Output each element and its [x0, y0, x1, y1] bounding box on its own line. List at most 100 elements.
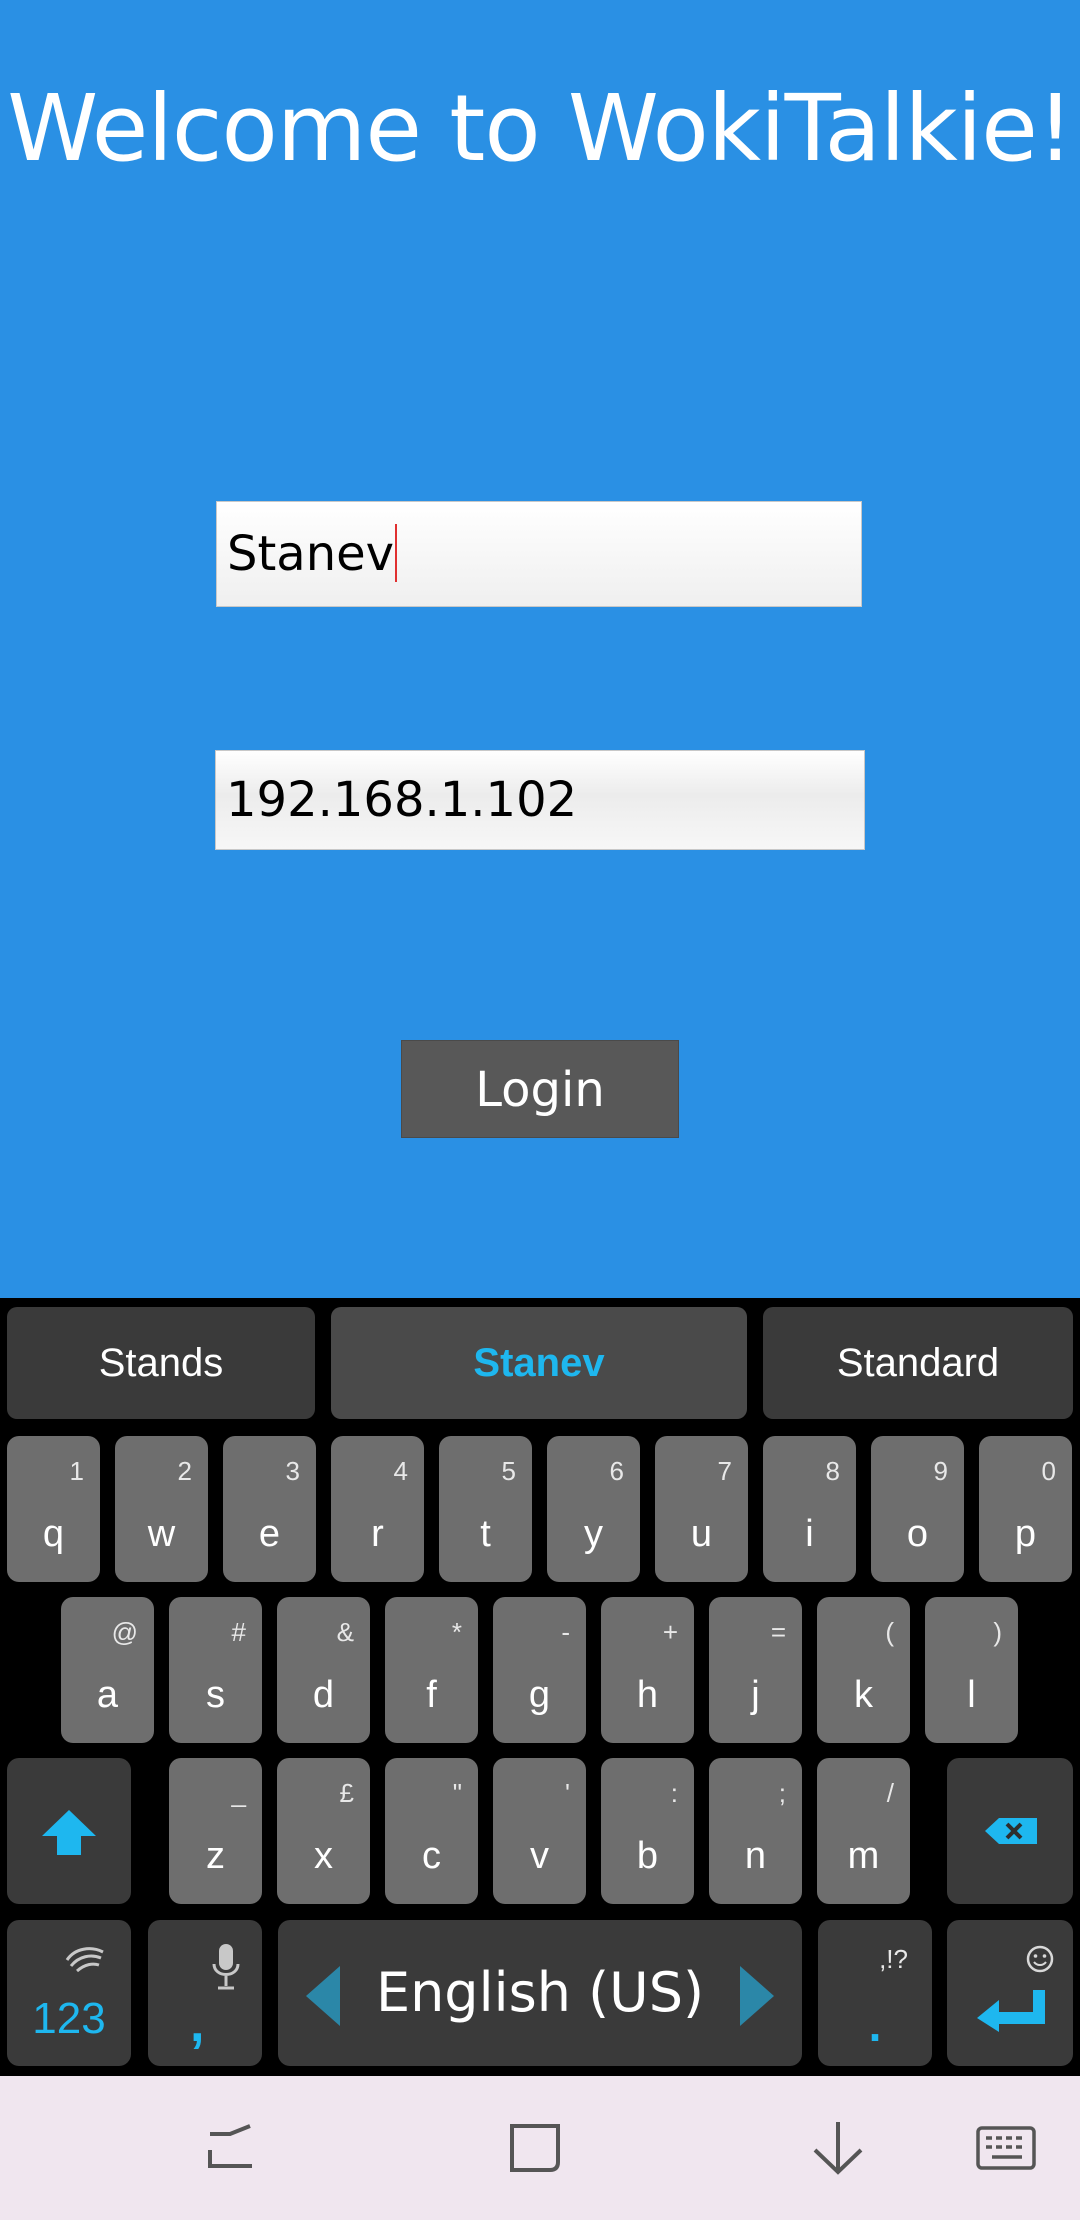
- enter-icon: [977, 1990, 1045, 2032]
- emoji-icon: [1026, 1945, 1054, 1973]
- key-secondary-char: 3: [285, 1456, 300, 1486]
- key-secondary-char: 1: [69, 1456, 84, 1486]
- key-i[interactable]: 8i: [763, 1436, 856, 1582]
- username-value: Stanev: [227, 526, 395, 582]
- key-secondary-char: 8: [825, 1456, 840, 1486]
- back-icon[interactable]: [803, 2116, 873, 2180]
- key-y[interactable]: 6y: [547, 1436, 640, 1582]
- recent-apps-icon[interactable]: [196, 2116, 266, 2180]
- key-letter: q: [42, 1513, 65, 1555]
- key-secondary-char: =: [770, 1617, 786, 1647]
- suggestion-center[interactable]: Stanev: [331, 1307, 747, 1419]
- key-q[interactable]: 1q: [7, 1436, 100, 1582]
- period-key-secondary: ,!?: [879, 1944, 908, 1974]
- key-secondary-char: -: [561, 1617, 570, 1647]
- key-t[interactable]: 5t: [439, 1436, 532, 1582]
- key-letter: u: [690, 1513, 713, 1555]
- ip-address-value: 192.168.1.102: [226, 772, 578, 828]
- microphone-icon: [212, 1944, 240, 1990]
- key-d[interactable]: & d: [277, 1597, 370, 1743]
- ip-address-input[interactable]: 192.168.1.102: [215, 750, 865, 850]
- key-x[interactable]: £ x: [277, 1758, 370, 1904]
- key-z[interactable]: _ z: [169, 1758, 262, 1904]
- key-letter: o: [906, 1513, 929, 1555]
- key-secondary-char: ): [993, 1617, 1002, 1647]
- key-v[interactable]: ' v: [493, 1758, 586, 1904]
- key-letter: i: [805, 1513, 814, 1555]
- comma-label: ,: [190, 1995, 205, 2053]
- key-letter: w: [147, 1513, 176, 1555]
- key-secondary-char: (: [885, 1617, 894, 1647]
- space-bar[interactable]: English (US): [278, 1920, 802, 2066]
- key-letter: j: [751, 1674, 760, 1716]
- key-l[interactable]: ) l: [925, 1597, 1018, 1743]
- period-key[interactable]: ,!? .: [818, 1920, 932, 2066]
- key-letter: f: [426, 1674, 437, 1716]
- key-a[interactable]: @ a: [61, 1597, 154, 1743]
- soft-keyboard: Stands Stanev Standard 1q2w3e4r5t6y7u8i9…: [0, 1298, 1080, 2076]
- key-j[interactable]: = j: [709, 1597, 802, 1743]
- key-secondary-char: *: [451, 1617, 462, 1647]
- login-button[interactable]: Login: [401, 1040, 679, 1138]
- key-u[interactable]: 7u: [655, 1436, 748, 1582]
- key-secondary-char: 7: [717, 1456, 732, 1486]
- key-m[interactable]: / m: [817, 1758, 910, 1904]
- key-h[interactable]: + h: [601, 1597, 694, 1743]
- symbols-key-label: 123: [32, 1994, 106, 2043]
- shift-key[interactable]: [7, 1758, 131, 1904]
- key-w[interactable]: 2w: [115, 1436, 208, 1582]
- key-k[interactable]: (k: [817, 1597, 910, 1743]
- key-letter: g: [528, 1674, 551, 1716]
- key-r[interactable]: 4r: [331, 1436, 424, 1582]
- key-secondary-char: ': [565, 1778, 570, 1808]
- key-g[interactable]: -g: [493, 1597, 586, 1743]
- username-input[interactable]: Stanev: [216, 501, 862, 607]
- swiftkey-logo-icon: [65, 1947, 104, 1973]
- key-letter: e: [258, 1513, 281, 1555]
- key-secondary-char: £: [339, 1778, 354, 1808]
- key-f[interactable]: * f: [385, 1597, 478, 1743]
- cursor-right-arrow-icon: [740, 1966, 774, 2026]
- text-cursor: [395, 524, 398, 582]
- key-secondary-char: ;: [778, 1778, 786, 1808]
- key-secondary-char: 0: [1041, 1456, 1056, 1486]
- key-letter: n: [744, 1835, 767, 1877]
- key-secondary-char: 5: [501, 1456, 516, 1486]
- key-letter: x: [314, 1835, 333, 1877]
- key-letter: l: [967, 1674, 976, 1716]
- period-label: .: [868, 1999, 882, 2051]
- enter-key[interactable]: [947, 1920, 1073, 2066]
- page-title: Welcome to WokiTalkie!: [7, 75, 1074, 182]
- keyboard-switch-icon[interactable]: [972, 2116, 1042, 2180]
- key-n[interactable]: ; n: [709, 1758, 802, 1904]
- key-secondary-char: 4: [393, 1456, 408, 1486]
- key-letter: m: [847, 1835, 880, 1877]
- key-secondary-char: ": [452, 1778, 462, 1808]
- backspace-key[interactable]: [947, 1758, 1073, 1904]
- navigation-bar: [0, 2076, 1080, 2220]
- key-letter: k: [854, 1674, 873, 1716]
- key-s[interactable]: # s: [169, 1597, 262, 1743]
- key-secondary-char: &: [336, 1617, 354, 1647]
- key-letter: t: [480, 1513, 491, 1555]
- key-secondary-char: +: [662, 1617, 678, 1647]
- suggestion-right[interactable]: Standard: [763, 1307, 1073, 1419]
- key-letter: z: [206, 1835, 225, 1877]
- key-letter: h: [636, 1674, 659, 1716]
- comma-key[interactable]: ,: [148, 1920, 262, 2066]
- key-secondary-char: 2: [177, 1456, 192, 1486]
- key-secondary-char: :: [670, 1778, 678, 1808]
- key-letter: d: [312, 1674, 335, 1716]
- key-p[interactable]: 0p: [979, 1436, 1072, 1582]
- home-icon[interactable]: [500, 2116, 570, 2180]
- symbols-key[interactable]: 123: [7, 1920, 131, 2066]
- key-letter: r: [371, 1513, 384, 1555]
- key-b[interactable]: :b: [601, 1758, 694, 1904]
- key-e[interactable]: 3e: [223, 1436, 316, 1582]
- key-secondary-char: #: [231, 1617, 246, 1647]
- key-secondary-char: _: [231, 1778, 246, 1808]
- key-o[interactable]: 9o: [871, 1436, 964, 1582]
- suggestion-left[interactable]: Stands: [7, 1307, 315, 1419]
- shift-icon: [42, 1810, 96, 1855]
- key-c[interactable]: " c: [385, 1758, 478, 1904]
